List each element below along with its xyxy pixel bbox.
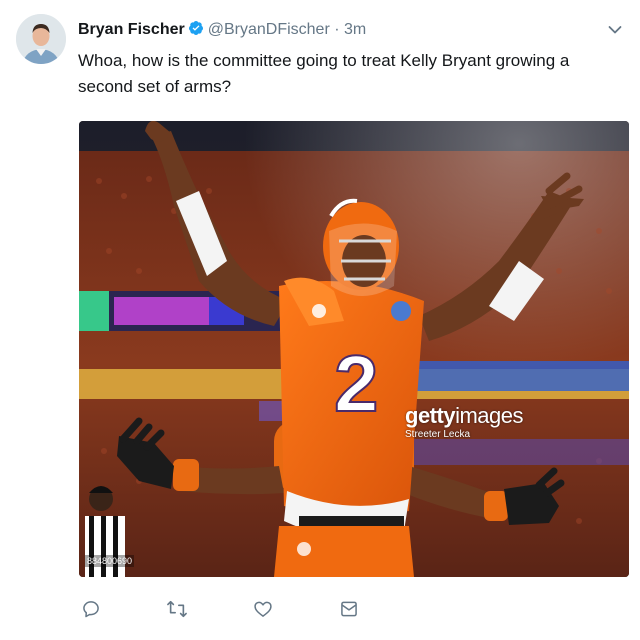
- separator-dot: ·: [334, 21, 340, 38]
- like-button[interactable]: [250, 598, 276, 624]
- direct-message-button[interactable]: [336, 598, 362, 624]
- tweet-actions: [78, 598, 398, 626]
- tweet-header: Bryan Fischer @BryanDFischer · 3m: [78, 20, 366, 42]
- author-name[interactable]: Bryan Fischer: [78, 21, 185, 38]
- verified-badge-icon: [188, 20, 204, 42]
- tweet-photo[interactable]: 13 3:06: [79, 121, 629, 577]
- direct-message-icon: [339, 599, 359, 624]
- tweet-timestamp[interactable]: 3m: [344, 21, 366, 38]
- getty-watermark: gettyimages Streeter Lecka: [405, 403, 523, 440]
- retweet-button[interactable]: [164, 598, 190, 624]
- chevron-down-icon[interactable]: [608, 22, 622, 40]
- image-id: 884800690: [85, 555, 135, 567]
- reply-button[interactable]: [78, 598, 104, 624]
- watermark-brand: gettyimages: [405, 403, 523, 428]
- retweet-icon: [166, 599, 188, 624]
- avatar[interactable]: [16, 14, 66, 64]
- football-player-photo: 13 3:06: [79, 121, 629, 577]
- jersey-number: 2: [334, 339, 379, 428]
- author-handle[interactable]: @BryanDFischer: [208, 21, 330, 38]
- tweet-card[interactable]: Bryan Fischer @BryanDFischer · 3m Whoa, h…: [0, 0, 640, 640]
- watermark-credit: Streeter Lecka: [405, 429, 471, 440]
- like-icon: [253, 599, 273, 624]
- tweet-text: Whoa, how is the committee going to trea…: [78, 51, 570, 96]
- reply-icon: [81, 599, 101, 624]
